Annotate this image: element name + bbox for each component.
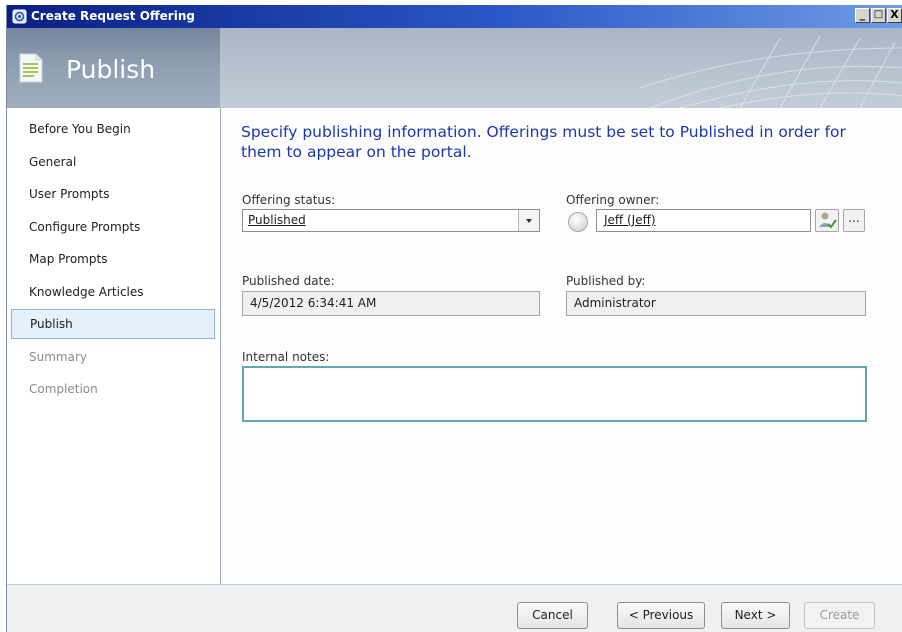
- banner-left-panel: Publish: [7, 28, 220, 108]
- dropdown-arrow-button[interactable]: [518, 210, 539, 231]
- internal-notes-label: Internal notes:: [242, 350, 330, 364]
- banner-grid-graphic: [639, 35, 902, 109]
- banner-decoration: [220, 28, 902, 109]
- window-title: Create Request Offering: [31, 9, 195, 23]
- app-icon: [12, 9, 27, 24]
- sidebar-item-before-you-begin[interactable]: Before You Begin: [11, 114, 215, 144]
- publish-form: Specify publishing information. Offering…: [221, 108, 902, 584]
- minimize-button[interactable]: _: [855, 8, 870, 23]
- previous-button[interactable]: < Previous: [617, 602, 705, 629]
- offering-owner-label: Offering owner:: [566, 193, 660, 207]
- wizard-footer: Cancel < Previous Next > Create: [7, 584, 902, 632]
- cancel-button[interactable]: Cancel: [517, 602, 588, 629]
- published-date-label: Published date:: [242, 274, 335, 288]
- resolve-user-button[interactable]: [815, 209, 839, 232]
- published-by-value: Administrator: [574, 296, 656, 310]
- next-button[interactable]: Next >: [721, 602, 790, 629]
- offering-owner-value: Jeff (Jeff): [604, 213, 656, 227]
- published-by-field: Administrator: [566, 291, 866, 316]
- sidebar-item-knowledge-articles[interactable]: Knowledge Articles: [11, 277, 215, 307]
- sidebar-item-completion: Completion: [29, 382, 98, 396]
- published-date-field: 4/5/2012 6:34:41 AM: [242, 291, 540, 316]
- browse-owner-button[interactable]: ...: [843, 209, 865, 232]
- published-date-value: 4/5/2012 6:34:41 AM: [250, 296, 377, 310]
- page-banner: Publish: [7, 28, 902, 109]
- sidebar-item-publish[interactable]: Publish: [11, 309, 215, 339]
- chevron-down-icon: [526, 219, 532, 223]
- close-icon: X: [890, 8, 899, 21]
- offering-status-value: Published: [248, 213, 306, 227]
- offering-owner-field[interactable]: Jeff (Jeff): [596, 209, 811, 232]
- owner-status-icon: [568, 212, 588, 232]
- sidebar-item-user-prompts[interactable]: User Prompts: [11, 179, 215, 209]
- minimize-icon: _: [859, 8, 866, 21]
- maximize-button[interactable]: □: [871, 8, 886, 23]
- offering-status-dropdown[interactable]: Published: [242, 209, 540, 232]
- close-button[interactable]: X: [887, 8, 902, 23]
- sidebar-item-map-prompts[interactable]: Map Prompts: [11, 244, 215, 274]
- offering-status-label: Offering status:: [242, 193, 336, 207]
- page-heading: Publish: [66, 55, 156, 84]
- wizard-steps-sidebar: Before You Begin General User Prompts Co…: [7, 108, 221, 584]
- sidebar-item-configure-prompts[interactable]: Configure Prompts: [11, 212, 215, 242]
- user-check-icon: [819, 212, 837, 229]
- document-icon: [19, 53, 43, 83]
- title-bar[interactable]: Create Request Offering _ □ X: [7, 5, 902, 28]
- maximize-icon: □: [873, 9, 884, 20]
- create-request-offering-window: Create Request Offering _ □ X Publish Be…: [6, 5, 902, 632]
- create-button: Create: [804, 602, 875, 629]
- instructions-heading: Specify publishing information. Offering…: [241, 123, 846, 161]
- sidebar-item-summary: Summary: [29, 350, 87, 364]
- published-by-label: Published by:: [566, 274, 646, 288]
- internal-notes-textarea[interactable]: [242, 366, 867, 422]
- sidebar-item-general[interactable]: General: [11, 147, 215, 177]
